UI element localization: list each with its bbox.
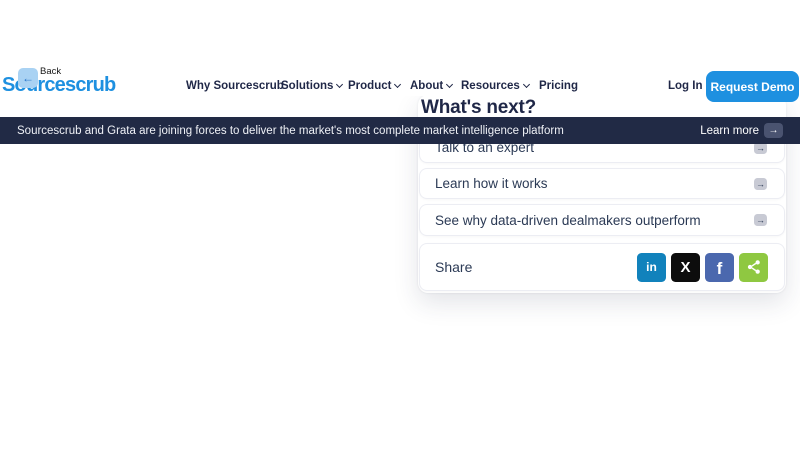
announcement-message: Sourcescrub and Grata are joining forces… (17, 125, 564, 137)
nav-item-label: Solutions (281, 80, 333, 92)
learn-more-link[interactable]: Learn more (700, 125, 759, 137)
site-header: Sourcescrub ← Back Why Sourcescrub Solut… (0, 0, 800, 96)
link-learn-how-it-works[interactable]: Learn how it works → (419, 168, 785, 199)
back-button[interactable]: ← (18, 68, 38, 88)
nav-item-label: Pricing (539, 80, 578, 92)
login-link[interactable]: Log In (668, 80, 703, 92)
linkedin-icon: in (646, 260, 657, 274)
linkedin-share-button[interactable]: in (637, 253, 666, 282)
nav-item-label: About (410, 80, 443, 92)
nav-item-product[interactable]: Product (348, 80, 400, 92)
social-buttons: in X f (637, 253, 768, 282)
nav-item-why-sourcescrub[interactable]: Why Sourcescrub (186, 80, 284, 92)
chevron-down-icon (394, 81, 401, 88)
chevron-down-icon (336, 81, 343, 88)
share-nodes-icon (746, 259, 762, 275)
link-dealmakers-outperform[interactable]: See why data-driven dealmakers outperfor… (419, 204, 785, 236)
request-demo-button[interactable]: Request Demo (706, 71, 799, 102)
nav-item-about[interactable]: About (410, 80, 452, 92)
panel-title: What's next? (421, 97, 536, 119)
announcement-banner: Sourcescrub and Grata are joining forces… (0, 117, 800, 144)
link-label: Learn how it works (435, 176, 548, 191)
nav-item-resources[interactable]: Resources (461, 80, 529, 92)
back-button-label: Back (40, 66, 61, 77)
chevron-down-icon (523, 81, 530, 88)
facebook-icon: f (717, 259, 723, 279)
facebook-share-button[interactable]: f (705, 253, 734, 282)
nav-item-label: Product (348, 80, 391, 92)
x-twitter-share-button[interactable]: X (671, 253, 700, 282)
share-row: Share in X f (419, 243, 785, 291)
nav-item-label: Resources (461, 80, 520, 92)
sharethis-button[interactable] (739, 253, 768, 282)
link-label: See why data-driven dealmakers outperfor… (435, 213, 701, 228)
share-label: Share (435, 259, 472, 275)
x-twitter-icon: X (680, 259, 690, 276)
arrow-right-icon: → (754, 214, 767, 226)
arrow-left-icon: ← (22, 71, 34, 85)
chevron-down-icon (446, 81, 453, 88)
arrow-right-icon: → (754, 178, 767, 190)
nav-item-label: Why Sourcescrub (186, 80, 284, 92)
arrow-right-icon[interactable]: → (764, 123, 783, 138)
nav-item-solutions[interactable]: Solutions (281, 80, 342, 92)
nav-item-pricing[interactable]: Pricing (539, 80, 578, 92)
